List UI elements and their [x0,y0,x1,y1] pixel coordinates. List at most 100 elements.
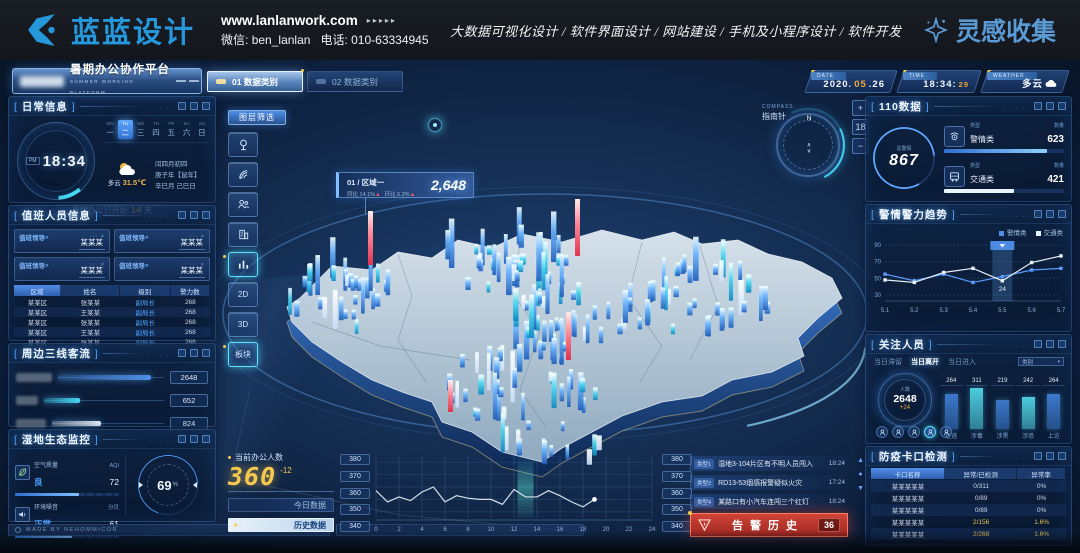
dashboard-title: 暑期办公协作平台 [70,65,170,76]
compass: COMPASS 指南针 N ∧∨ [760,104,858,192]
time-box: TIME 18:34:29 [896,70,981,93]
alert-row[interactable]: 类型4某路口有小汽车连闯三个红灯18:24 [690,494,848,509]
scroll-dot-icon[interactable]: ● [857,471,864,478]
bus-icon [944,166,965,187]
tab-label: 02 数据类别 [332,76,378,88]
panel-pin-icon[interactable] [1046,340,1054,348]
alert-row[interactable]: 类型1湿地3-104片区有不明人员闯入18:24 [690,456,848,471]
scroll-up-icon[interactable]: ▲ [857,457,864,464]
panel-expand-icon[interactable] [202,102,210,110]
layer-button-pin-icon[interactable] [228,132,258,157]
panel-minimize-icon[interactable] [1034,340,1042,348]
tab-data-category[interactable]: 01 数据类别 [207,71,303,92]
star-icon[interactable] [908,426,920,438]
bar [1047,394,1060,429]
layer-button-building-icon[interactable] [228,222,258,247]
duty-name: 某某某 [179,265,206,278]
speaker-icon [15,507,30,522]
duty-name: 某某某 [179,237,206,250]
panel-minimize-icon[interactable] [178,102,186,110]
y-axis-tick: 360 [340,488,370,499]
alert-type-row: 类型警情类数量623 [944,122,1064,153]
bottom-fade-decoration [0,531,1080,553]
focus-tab[interactable]: 当日进入 [948,357,976,367]
office-data-button[interactable]: 历史数据 [228,518,334,532]
layer-button-板块[interactable]: 板块 [228,342,258,367]
duty-leader-card[interactable]: 值班领导某某某 [14,257,110,281]
redacted-label [16,396,38,405]
layer-button-2D[interactable]: 2D [228,282,258,307]
panel-minimize-icon[interactable] [1034,210,1042,218]
panel-pin-icon[interactable] [1046,210,1054,218]
alert-time: 17:24 [829,479,845,486]
panel-duty-info: 值班人员信息 值班领导某某某值班领导某某某值班领导某某某值班领导某某某 区域姓名… [8,205,216,341]
office-data-button[interactable]: 今日数据 [228,498,334,512]
tab-data-category[interactable]: 02 数据类别 [307,71,403,92]
alert-row[interactable]: 类型2RD13-53烟感报警疑似火灾17:24 [690,475,848,490]
checkpoint-name: 某某某某某 [871,517,945,527]
focus-tab[interactable]: 当日离开 [911,357,939,367]
website-link[interactable]: www.lanlanwork.com [221,13,358,28]
focus-tab[interactable]: 当日滞留 [874,357,902,367]
person-icon[interactable] [924,426,936,438]
table-row: 某某区王某某副局长268 [14,307,210,317]
panel-minimize-icon[interactable] [178,349,186,357]
panel-expand-icon[interactable] [1058,210,1066,218]
svg-text:5.7: 5.7 [1057,308,1066,314]
map-beacon-marker[interactable] [428,118,442,132]
panel-expand-icon[interactable] [202,349,210,357]
column-header: 姓名 [61,285,120,296]
bar-category: 涉毒 [966,431,989,440]
panel-title: 值班人员信息 [14,208,99,223]
focus-bar-column: 242涉恐 [1017,369,1040,440]
table-header-row: 区域姓名级别警力数 [14,285,210,296]
brand-name: 蓝蓝设计 [71,9,195,51]
panel-expand-icon[interactable] [202,211,210,219]
panel-pin-icon[interactable] [190,349,198,357]
syringe-icon[interactable] [892,426,904,438]
panel-pin-icon[interactable] [1046,102,1054,110]
layer-filter-toolbar: 图层筛选 2D3D板块 [228,110,286,372]
panel-expand-icon[interactable] [1058,102,1066,110]
map-tooltip: 01 / 区域一 同比 14.1%▲环比 6.2%▲ 2,648 [336,172,474,198]
focus-bar-column: 311涉毒 [966,369,989,440]
layer-button-group-icon[interactable] [228,192,258,217]
collection-badge[interactable]: 灵感收集 [923,12,1056,48]
layer-button-signal-icon[interactable] [228,162,258,187]
panel-title: 周边三线客流 [14,346,99,361]
flow-bar [58,375,151,380]
panel-expand-icon[interactable] [202,435,210,443]
focus-tabs: 当日滞留当日离开当日进入 [874,357,976,367]
panel-expand-icon[interactable] [1058,452,1066,460]
column-header: 区域 [14,285,61,296]
layer-button-3D[interactable]: 3D [228,312,258,337]
brand-logo[interactable]: 蓝蓝设计 [24,9,195,51]
y-axis-tick: 370 [662,471,692,482]
panel-pin-icon[interactable] [190,211,198,219]
duty-leader-card[interactable]: 值班领导某某某 [14,229,110,253]
alert-text: 某路口有小汽车连闯三个红灯 [718,497,825,507]
panel-alert-trend: 警情警力趋势 警情类交通类 90705030245.15.25.35.45.55… [865,204,1072,332]
time-seconds: 29 [959,80,969,89]
panel-pin-icon[interactable] [1046,452,1054,460]
duty-leader-card[interactable]: 值班领导某某某 [114,229,210,253]
alert-text: RD13-53烟感报警疑似火灾 [718,478,825,488]
duty-leader-card[interactable]: 值班领导某某某 [114,257,210,281]
panel-minimize-icon[interactable] [1034,452,1042,460]
panel-pin-icon[interactable] [190,102,198,110]
panel-title: 警情警力趋势 [871,207,956,222]
panel-minimize-icon[interactable] [178,211,186,219]
svg-text:5.1: 5.1 [881,308,890,314]
panel-pin-icon[interactable] [190,435,198,443]
layer-button-chart-icon[interactable] [228,252,258,277]
panel-expand-icon[interactable] [1058,340,1066,348]
table-row: 某某某某某0/890% [871,504,1066,516]
car-icon[interactable] [876,426,888,438]
category-select[interactable]: 类别 [1018,357,1064,366]
weekday-cell: TH四 [149,120,163,139]
panel-minimize-icon[interactable] [178,435,186,443]
panel-minimize-icon[interactable] [1034,102,1042,110]
panel-title: 110数据 [871,99,930,114]
scroll-down-icon[interactable]: ▼ [857,485,864,492]
analog-clock: PM18:34 [15,120,97,202]
